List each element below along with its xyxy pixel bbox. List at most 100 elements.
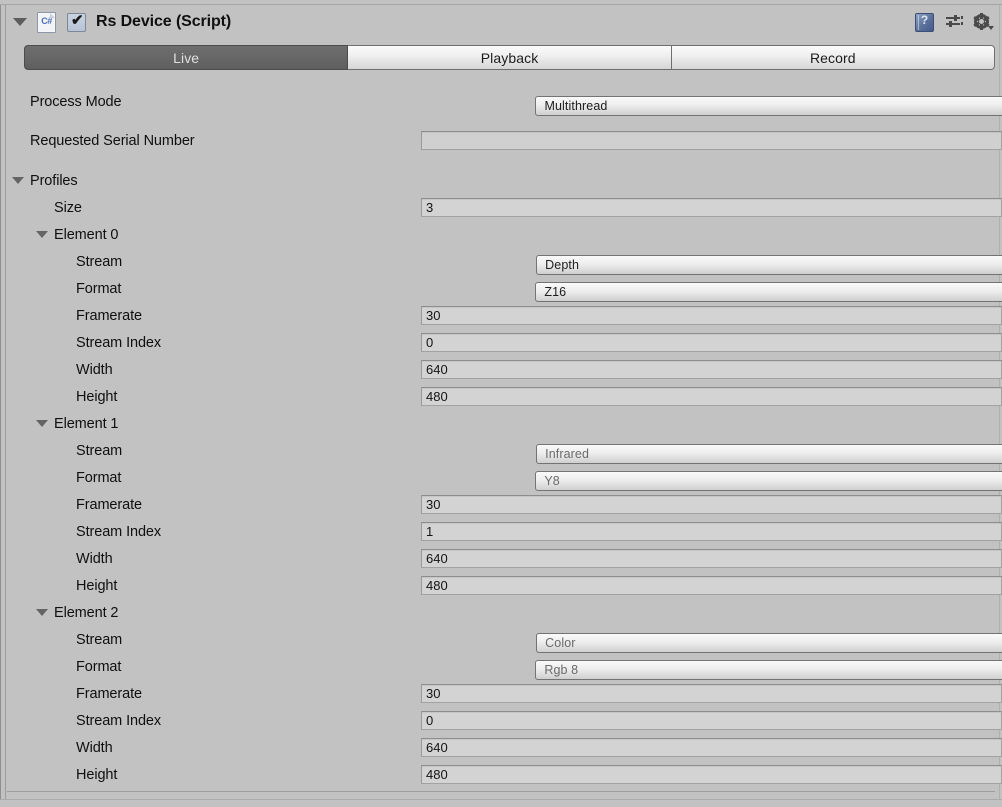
- help-icon[interactable]: [915, 12, 934, 32]
- element-0-foldout-triangle-icon[interactable]: [36, 231, 48, 238]
- profiles-foldout-triangle-icon[interactable]: [12, 177, 24, 184]
- csharp-script-icon-label: C#: [41, 15, 52, 26]
- element-0-stream-dropdown[interactable]: Depth: [536, 254, 1002, 275]
- process-mode-dropdown[interactable]: Multithread: [535, 95, 1002, 116]
- element-2-stream-dropdown[interactable]: Color: [536, 632, 1002, 653]
- element-2-width-label: Width: [76, 739, 113, 756]
- row-element-1-stream-index: Stream Index 1: [7, 518, 1002, 545]
- component-foldout-triangle-icon[interactable]: [13, 18, 27, 26]
- element-2-framerate-input[interactable]: 30: [421, 684, 1002, 703]
- element-2-label: Element 2: [54, 604, 119, 621]
- tab-record[interactable]: Record: [671, 45, 995, 70]
- element-1-framerate-label: Framerate: [76, 496, 142, 513]
- element-2-stream-label: Stream: [76, 631, 123, 648]
- element-0-format-value: Z16: [544, 284, 567, 299]
- process-mode-value: Multithread: [544, 98, 608, 113]
- element-0-height-input[interactable]: 480: [421, 387, 1002, 406]
- element-0-stream-label: Stream: [76, 253, 123, 270]
- settings-gear-icon[interactable]: [973, 12, 994, 31]
- row-element-0-stream-index: Stream Index 0: [7, 329, 1002, 356]
- element-2-framerate-value: 30: [426, 686, 441, 701]
- row-element-0-width: Width 640: [7, 356, 1002, 383]
- element-1-width-input[interactable]: 640: [421, 549, 1002, 568]
- row-profiles-foldout[interactable]: Profiles: [7, 167, 999, 194]
- preset-icon[interactable]: [945, 14, 963, 30]
- row-process-mode: Process Mode Multithread: [7, 88, 1002, 116]
- element-0-framerate-label: Framerate: [76, 307, 142, 324]
- element-0-width-value: 640: [426, 362, 448, 377]
- element-1-format-dropdown[interactable]: Y8: [535, 470, 1002, 491]
- element-1-height-input[interactable]: 480: [421, 576, 1002, 595]
- inspector-panel: C# ✔ Rs Device (Script) Live Playback Re…: [0, 0, 1002, 807]
- row-element-2-width: Width 640: [7, 734, 1002, 761]
- row-element-0-format: Format Z16: [7, 275, 1002, 302]
- element-1-label: Element 1: [54, 415, 119, 432]
- row-element-0-height: Height 480: [7, 383, 1002, 410]
- element-2-stream-value: Color: [545, 635, 576, 650]
- requested-serial-number-input[interactable]: [421, 131, 1002, 150]
- element-2-stream-index-input[interactable]: 0: [421, 711, 1002, 730]
- row-element-0-framerate: Framerate 30: [7, 302, 1002, 329]
- element-1-format-label: Format: [76, 469, 122, 486]
- element-2-height-input[interactable]: 480: [421, 765, 1002, 784]
- tab-live[interactable]: Live: [24, 45, 349, 70]
- element-0-format-label: Format: [76, 280, 122, 297]
- row-element-1-format: Format Y8: [7, 464, 1002, 491]
- element-2-format-label: Format: [76, 658, 122, 675]
- element-1-stream-value: Infrared: [545, 446, 590, 461]
- row-element-1-height: Height 480: [7, 572, 1002, 599]
- row-requested-serial-number: Requested Serial Number: [7, 127, 1002, 154]
- element-2-framerate-label: Framerate: [76, 685, 142, 702]
- process-mode-label: Process Mode: [30, 93, 122, 110]
- element-2-width-value: 640: [426, 740, 448, 755]
- bottom-divider: [7, 791, 995, 792]
- element-0-framerate-value: 30: [426, 308, 441, 323]
- row-element-2-foldout[interactable]: Element 2: [7, 599, 999, 626]
- element-1-stream-index-label: Stream Index: [76, 523, 162, 540]
- element-0-width-input[interactable]: 640: [421, 360, 1002, 379]
- row-element-2-format: Format Rgb 8: [7, 653, 1002, 680]
- panel-left-edge: [0, 5, 6, 807]
- element-1-foldout-triangle-icon[interactable]: [36, 420, 48, 427]
- row-element-1-foldout[interactable]: Element 1: [7, 410, 999, 437]
- component-header: C# ✔ Rs Device (Script): [7, 6, 999, 38]
- row-element-2-height: Height 480: [7, 761, 1002, 788]
- row-element-1-framerate: Framerate 30: [7, 491, 1002, 518]
- component-enabled-checkbox[interactable]: ✔: [67, 11, 86, 32]
- element-2-format-dropdown[interactable]: Rgb 8: [535, 659, 1002, 680]
- element-1-stream-index-value: 1: [426, 524, 434, 539]
- checkmark-icon: ✔: [71, 11, 84, 29]
- element-1-stream-label: Stream: [76, 442, 123, 459]
- element-1-framerate-input[interactable]: 30: [421, 495, 1002, 514]
- element-1-stream-index-input[interactable]: 1: [421, 522, 1002, 541]
- element-0-height-label: Height: [76, 388, 118, 405]
- row-element-0-stream: Stream Depth: [7, 248, 1002, 275]
- profiles-size-input[interactable]: 3: [421, 198, 1002, 217]
- mode-tab-bar: Live Playback Record: [24, 45, 995, 70]
- element-0-format-dropdown[interactable]: Z16: [535, 281, 1002, 302]
- element-2-stream-index-value: 0: [426, 713, 434, 728]
- element-2-stream-index-label: Stream Index: [76, 712, 162, 729]
- row-profiles-size: Size 3: [7, 194, 1002, 221]
- component-title: Rs Device (Script): [96, 13, 232, 30]
- element-1-stream-dropdown[interactable]: Infrared: [536, 443, 1002, 464]
- element-0-stream-index-input[interactable]: 0: [421, 333, 1002, 352]
- row-element-0-foldout[interactable]: Element 0: [7, 221, 999, 248]
- element-0-width-label: Width: [76, 361, 113, 378]
- element-1-height-label: Height: [76, 577, 118, 594]
- element-1-width-value: 640: [426, 551, 448, 566]
- header-icon-group: [915, 12, 999, 32]
- element-0-stream-index-label: Stream Index: [76, 334, 162, 351]
- element-0-height-value: 480: [426, 389, 448, 404]
- tab-playback[interactable]: Playback: [348, 45, 672, 70]
- row-element-1-stream: Stream Infrared: [7, 437, 1002, 464]
- element-2-foldout-triangle-icon[interactable]: [36, 609, 48, 616]
- element-0-stream-index-value: 0: [426, 335, 434, 350]
- element-0-framerate-input[interactable]: 30: [421, 306, 1002, 325]
- row-element-2-stream-index: Stream Index 0: [7, 707, 1002, 734]
- element-2-width-input[interactable]: 640: [421, 738, 1002, 757]
- panel-top-edge: [0, 0, 1002, 5]
- requested-serial-number-label: Requested Serial Number: [30, 132, 195, 149]
- element-0-label: Element 0: [54, 226, 119, 243]
- element-1-format-value: Y8: [544, 473, 560, 488]
